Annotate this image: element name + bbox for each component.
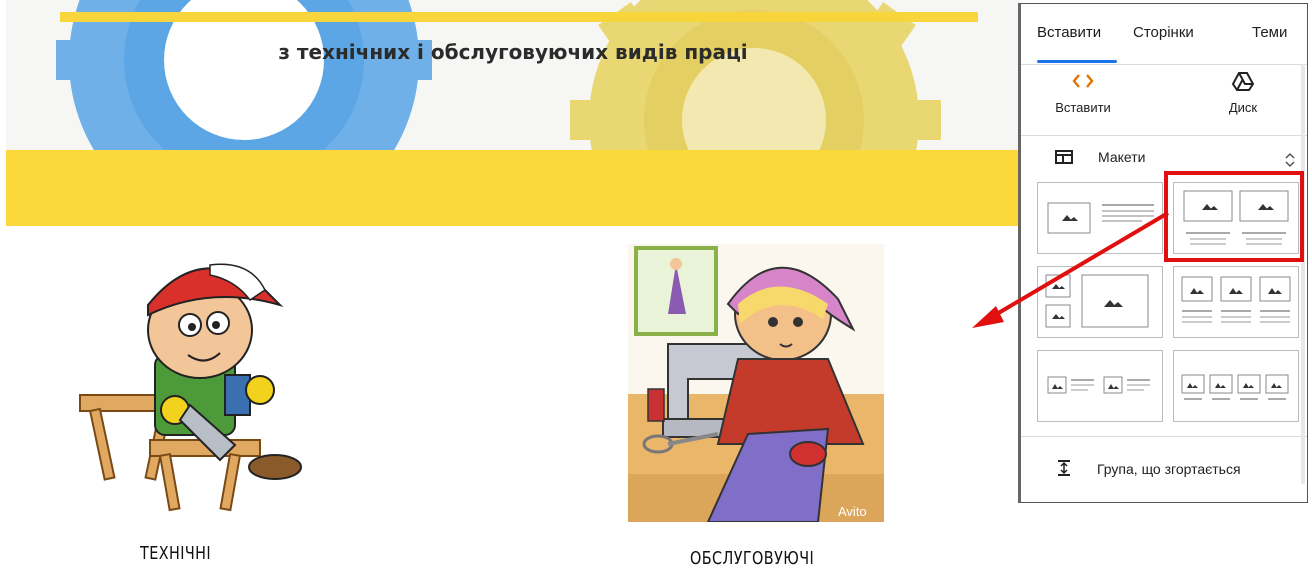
page-title: з технічних і обслуговуючих видів праці <box>278 40 748 64</box>
drive-label: Диск <box>1228 100 1258 115</box>
tab-pages[interactable]: Сторінки <box>1133 24 1194 41</box>
caption-technical: ТЕХНІЧНІ <box>140 543 211 564</box>
panel-scrollbar[interactable] <box>1301 64 1305 484</box>
tab-themes[interactable]: Теми <box>1252 24 1287 41</box>
code-icon <box>1043 70 1123 94</box>
collapsible-group-icon <box>1058 460 1070 476</box>
layout-image-grid[interactable] <box>1037 266 1163 338</box>
collapsible-group-label: Група, що згортається <box>1097 461 1241 477</box>
seamstress-image[interactable]: Avito <box>628 244 884 522</box>
panel-tabs: Вставити Сторінки Теми <box>1021 4 1307 64</box>
layout-image-text[interactable] <box>1037 182 1163 254</box>
active-tab-indicator <box>1037 60 1117 63</box>
layout-preview <box>1181 374 1289 400</box>
avito-watermark: Avito <box>838 504 867 519</box>
layout-preview <box>1181 276 1291 323</box>
banner-strip <box>6 150 1020 226</box>
drive-button[interactable]: Диск <box>1203 70 1283 115</box>
layouts-label: Макети <box>1098 149 1146 165</box>
page-canvas: з технічних і обслуговуючих видів праці <box>0 0 1312 571</box>
layout-four-columns[interactable] <box>1173 350 1299 422</box>
tab-insert[interactable]: Вставити <box>1037 24 1101 41</box>
handyman-image[interactable] <box>60 245 310 515</box>
decorative-line <box>60 12 978 22</box>
layout-preview <box>1045 274 1149 328</box>
embed-button[interactable]: Вставити <box>1043 70 1123 115</box>
caption-service: ОБСЛУГОВУЮЧІ <box>690 548 815 569</box>
drive-icon <box>1203 70 1283 94</box>
header-banner: з технічних і обслуговуючих видів праці <box>6 0 1020 226</box>
layout-preview <box>1047 376 1150 394</box>
highlight-box <box>1164 171 1304 262</box>
gears-illustration <box>56 0 941 150</box>
layout-two-image-rows[interactable] <box>1037 350 1163 422</box>
collapse-chevron-icon[interactable] <box>1284 152 1296 168</box>
layout-icon <box>1055 150 1073 164</box>
layout-three-columns[interactable] <box>1173 266 1299 338</box>
embed-label: Вставити <box>1055 100 1111 115</box>
layout-preview <box>1047 202 1154 234</box>
